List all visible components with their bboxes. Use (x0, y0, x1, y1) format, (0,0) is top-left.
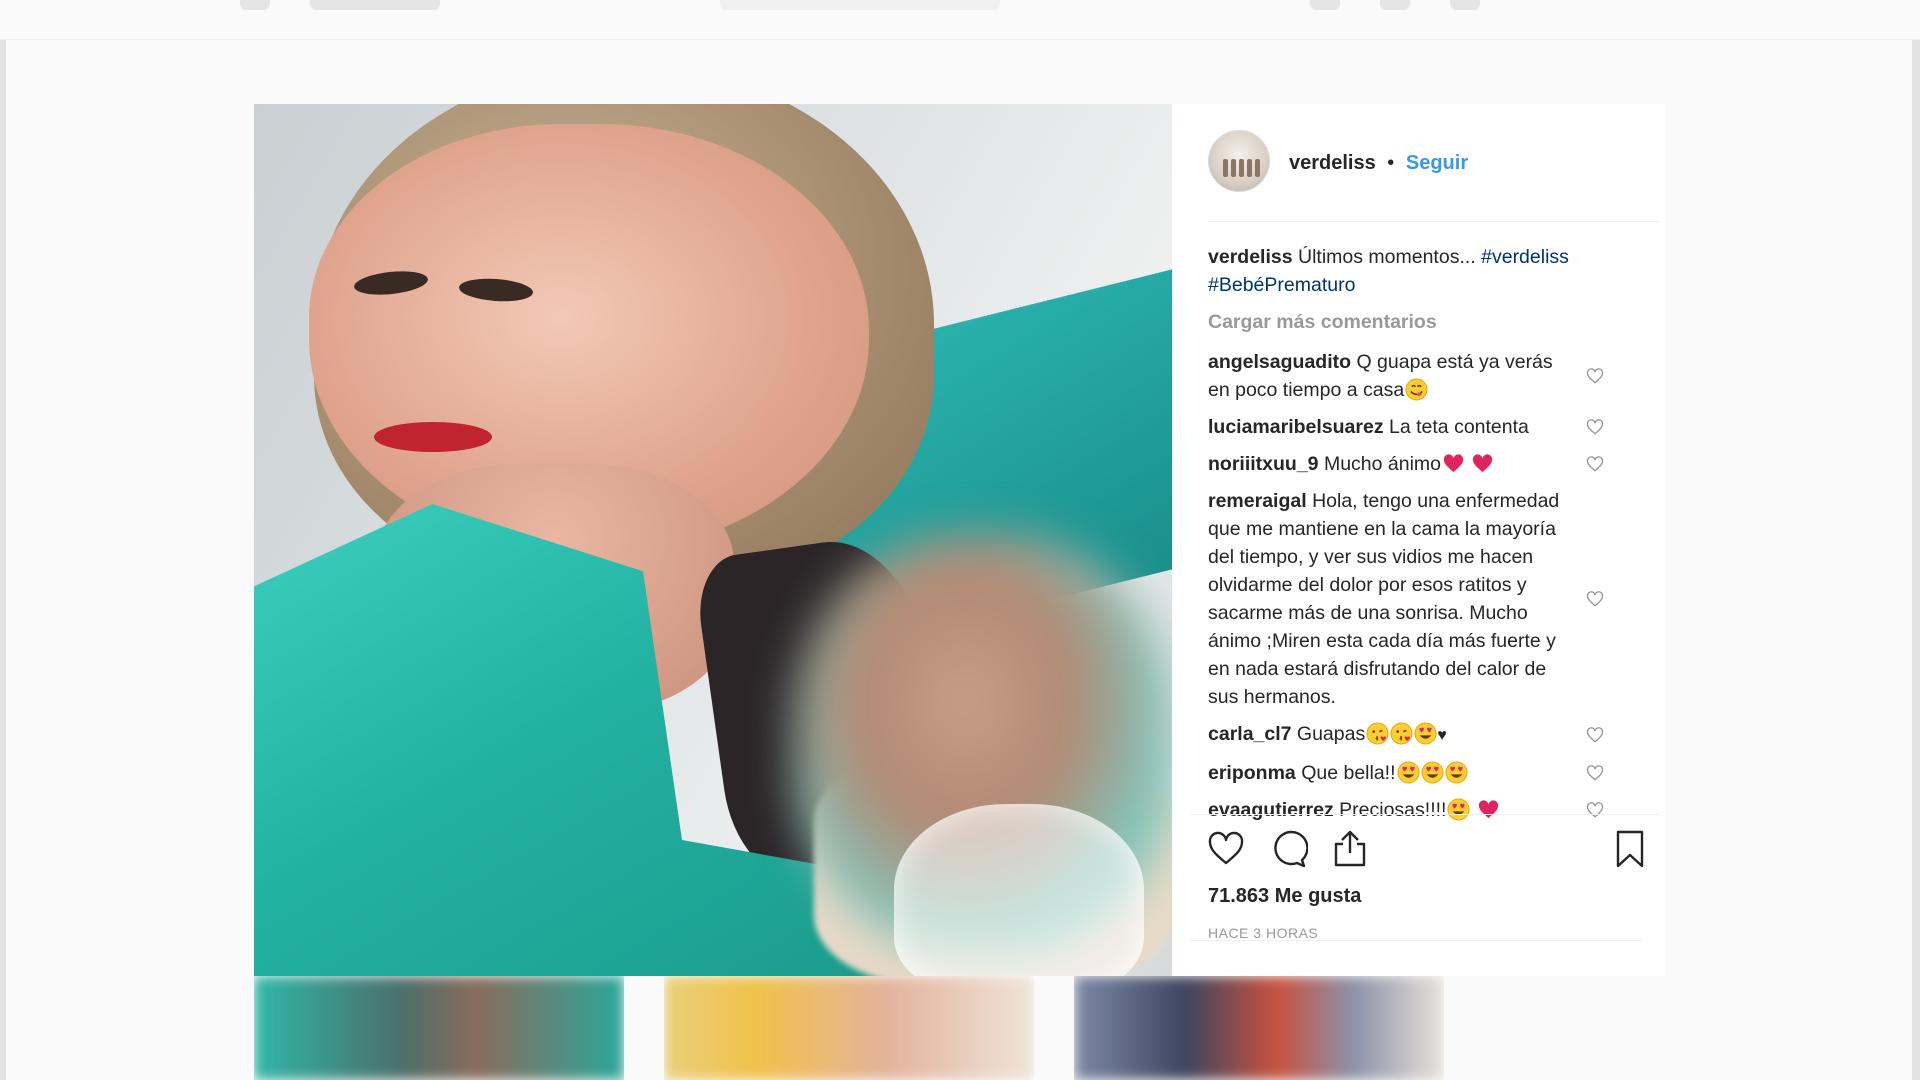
comment-text: Hola, tengo una enfermedad que me mantie… (1208, 490, 1560, 708)
post-modal: verdeliss • Seguir verdeliss Últimos mom… (254, 104, 1665, 976)
comment-author[interactable]: remeraigal (1208, 490, 1307, 512)
related-thumbnail[interactable] (1074, 976, 1444, 1080)
kissing-face-icon (1390, 722, 1413, 745)
avatar[interactable] (1208, 130, 1270, 192)
divider (1190, 940, 1642, 941)
separator-dot: • (1387, 152, 1395, 174)
like-comment-icon[interactable] (1586, 367, 1604, 385)
load-more-comments-button[interactable]: Cargar más comentarios (1208, 308, 1626, 336)
screen-frame-left (0, 0, 6, 1080)
like-comment-icon[interactable] (1586, 726, 1604, 744)
like-comment-icon[interactable] (1586, 764, 1604, 782)
post-header: verdeliss • Seguir (1208, 104, 1660, 222)
comments-list[interactable]: verdeliss Últimos momentos... #verdeliss… (1208, 243, 1626, 911)
comment-author[interactable]: carla_cl7 (1208, 723, 1292, 745)
comment-author[interactable]: eriponma (1208, 762, 1296, 784)
caption: verdeliss Últimos momentos... #verdeliss… (1208, 243, 1626, 299)
post-timestamp[interactable]: Hace 3 horas (1208, 925, 1318, 941)
comment-text: Mucho ánimo (1323, 453, 1442, 475)
action-bar: 71.863 Me gusta Hace 3 horas (1190, 814, 1660, 976)
heart-eyes-icon (1396, 761, 1420, 784)
post-sidebar: verdeliss • Seguir verdeliss Últimos mom… (1172, 104, 1665, 976)
red-heart-icon (1442, 452, 1465, 475)
heart-eyes-icon (1444, 761, 1468, 784)
hashtag-link[interactable]: #verdeliss (1481, 246, 1569, 268)
heart-eyes-icon (1420, 761, 1444, 784)
like-count[interactable]: 71.863 Me gusta (1208, 885, 1361, 908)
comment-item: carla_cl7 Guapas ♥ (1208, 720, 1626, 750)
bookmark-icon[interactable] (1610, 829, 1650, 869)
comment-item: eriponma Que bella!! (1208, 759, 1626, 787)
related-thumbnail[interactable] (254, 976, 624, 1080)
follow-button[interactable]: Seguir (1406, 152, 1468, 174)
like-comment-icon[interactable] (1586, 455, 1604, 473)
like-comment-icon[interactable] (1586, 590, 1604, 608)
comment-author[interactable]: noriiitxuu_9 (1208, 453, 1319, 475)
comment-author[interactable]: angelsaguadito (1208, 351, 1351, 373)
hashtag-link[interactable]: #BebéPrematuro (1208, 274, 1355, 296)
comment-trailing-symbol: ♥ (1437, 727, 1447, 744)
kissing-face-icon (1366, 722, 1389, 745)
heart-outline-icon[interactable] (1206, 829, 1246, 869)
caption-text: Últimos momentos... (1297, 246, 1476, 268)
yum-face-icon (1405, 378, 1428, 401)
comment-text: La teta contenta (1389, 416, 1529, 438)
related-thumbnail[interactable] (664, 976, 1034, 1080)
comment-item: luciamaribelsuarez La teta contenta (1208, 413, 1626, 441)
comment-text: Que bella!! (1301, 762, 1396, 784)
share-icon[interactable] (1330, 829, 1370, 869)
like-comment-icon[interactable] (1586, 418, 1604, 436)
heart-eyes-icon (1414, 722, 1437, 745)
post-photo[interactable] (254, 104, 1172, 976)
screen-frame-right (1912, 0, 1920, 1080)
comment-bubble-icon[interactable] (1268, 829, 1308, 869)
comment-item: remeraigal Hola, tengo una enfermedad qu… (1208, 487, 1626, 711)
red-heart-icon (1471, 452, 1494, 475)
post-username[interactable]: verdeliss (1289, 152, 1376, 174)
comment-item: angelsaguadito Q guapa está ya verás en … (1208, 348, 1626, 404)
top-nav-blurred (0, 0, 1920, 40)
comment-item: noriiitxuu_9 Mucho ánimo (1208, 450, 1626, 478)
comment-text: Guapas (1296, 723, 1366, 745)
caption-author[interactable]: verdeliss (1208, 246, 1293, 268)
comment-author[interactable]: luciamaribelsuarez (1208, 416, 1384, 438)
